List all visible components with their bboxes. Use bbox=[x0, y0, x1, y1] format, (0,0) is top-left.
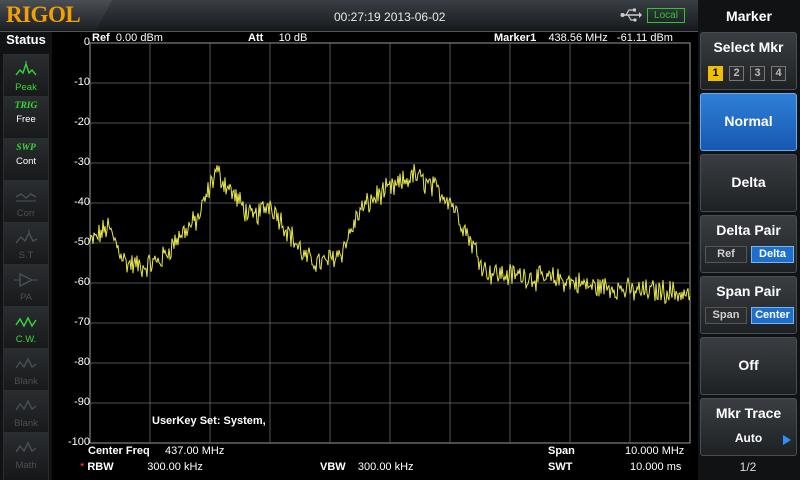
span-label[interactable]: Span bbox=[548, 445, 575, 457]
y-tick-label: -90 bbox=[74, 396, 90, 408]
marker-4[interactable]: 4 bbox=[771, 66, 786, 81]
top-bar: RIGOL 00:27:19 2013-06-02 Local bbox=[0, 0, 698, 32]
peak-icon bbox=[15, 61, 37, 76]
span-pair-center[interactable]: Center bbox=[751, 307, 794, 324]
status-panel: Status Peak TRIG Free SWP Cont Corr S.T … bbox=[0, 32, 52, 480]
brand-logo: RIGOL bbox=[0, 0, 112, 30]
userkey-annotation: UserKey Set: System, bbox=[152, 415, 266, 427]
preamp-icon bbox=[14, 272, 38, 288]
delta-pair-ref[interactable]: Ref bbox=[705, 246, 747, 263]
status-title: Status bbox=[6, 32, 46, 47]
page-indicator: 1/2 bbox=[739, 460, 757, 474]
y-tick-label: -10 bbox=[74, 76, 90, 88]
marker-3[interactable]: 3 bbox=[750, 66, 765, 81]
cw-icon bbox=[15, 316, 37, 328]
softkey-menu: Marker Select Mkr 1234 Normal Delta Delt… bbox=[698, 0, 800, 480]
y-tick-label: -60 bbox=[74, 276, 90, 288]
rbw-manual-flag: * bbox=[80, 461, 85, 473]
marker-readout: Marker1 438.56 MHz -61.11 dBm bbox=[494, 32, 673, 44]
y-tick-label: -30 bbox=[74, 156, 90, 168]
y-tick-label: -50 bbox=[74, 236, 90, 248]
span-pair-span[interactable]: Span bbox=[705, 307, 747, 324]
center-freq[interactable]: Center Freq 437.00 MHz bbox=[88, 445, 224, 457]
menu-title: Marker bbox=[726, 8, 772, 24]
triangle-right-icon bbox=[783, 435, 791, 445]
marker-2[interactable]: 2 bbox=[729, 66, 744, 81]
y-tick-label: -40 bbox=[74, 196, 90, 208]
attenuation[interactable]: Att 10 dB bbox=[248, 32, 307, 44]
y-tick-label: -100 bbox=[67, 436, 90, 448]
y-tick-label: -70 bbox=[74, 316, 90, 328]
y-tick-label: -20 bbox=[74, 116, 90, 128]
spectrum-plot bbox=[89, 42, 691, 444]
local-status-badge: Local bbox=[647, 8, 685, 23]
graticule bbox=[89, 42, 691, 444]
span-value: 10.000 MHz bbox=[625, 445, 685, 457]
span-pair-button[interactable]: Span Pair Span Center bbox=[700, 276, 797, 334]
marker-1[interactable]: 1 bbox=[708, 66, 723, 81]
delta-button[interactable]: Delta bbox=[700, 154, 797, 212]
marker-trace-button[interactable]: Mkr Trace Auto bbox=[700, 398, 797, 456]
source-tracking-icon bbox=[15, 229, 38, 244]
normal-button[interactable]: Normal bbox=[700, 93, 797, 151]
rbw[interactable]: * RBW 300.00 kHz bbox=[80, 461, 203, 473]
delta-pair-toggle: Ref Delta bbox=[705, 246, 794, 263]
off-button[interactable]: Off bbox=[700, 337, 797, 395]
swt-value: 10.000 ms bbox=[630, 461, 682, 473]
span-pair-toggle: Span Center bbox=[705, 307, 794, 324]
y-tick-label: 0 bbox=[83, 36, 90, 48]
blank-icon bbox=[15, 399, 37, 411]
delta-pair-delta[interactable]: Delta bbox=[751, 246, 794, 263]
delta-pair-button[interactable]: Delta Pair Ref Delta bbox=[700, 215, 797, 273]
correction-icon bbox=[15, 193, 37, 202]
date-time: 00:27:19 2013-06-02 bbox=[334, 10, 446, 24]
status-math[interactable]: Math bbox=[3, 432, 49, 480]
brand-name: RIGOL bbox=[6, 2, 81, 27]
y-tick-label: -80 bbox=[74, 356, 90, 368]
ref-level[interactable]: Ref 0.00 dBm bbox=[92, 32, 163, 44]
swt-label[interactable]: SWT bbox=[548, 461, 572, 473]
select-marker-button[interactable]: Select Mkr 1234 bbox=[700, 32, 797, 90]
vbw[interactable]: VBW 300.00 kHz bbox=[320, 461, 414, 473]
blank-icon bbox=[15, 357, 37, 369]
math-icon bbox=[15, 441, 37, 453]
spectrum-display: 0 -10 -20 -30 -40 -50 -60 -70 -80 -90 -100 Ref 0.0… bbox=[52, 32, 698, 480]
marker-number-selector: 1234 bbox=[708, 63, 792, 81]
usb-icon bbox=[620, 8, 642, 22]
